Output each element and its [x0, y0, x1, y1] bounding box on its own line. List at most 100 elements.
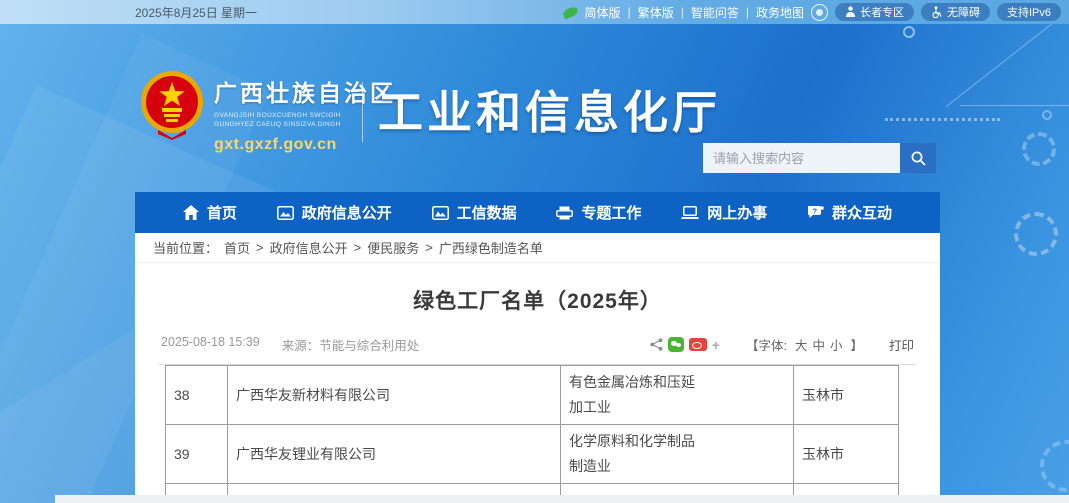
font-label-open: 【字体:: [746, 335, 787, 354]
elder-zone-button[interactable]: 长者专区: [835, 3, 914, 21]
site-url[interactable]: gxt.gxzf.gov.cn: [214, 136, 396, 154]
separator: |: [681, 5, 684, 19]
cell-industry: 化学原料和化学制品 制造业: [561, 425, 794, 484]
table-row: 39 广西华友锂业有限公司 化学原料和化学制品 制造业 玉林市: [166, 425, 899, 484]
industry-line: 化学原料和化学制品: [569, 429, 785, 454]
accessibility-label: 无障碍: [947, 4, 980, 20]
topbar-links: 简体版 | 繁体版 | 智能问答 | 政务地图 长者专区 无障碍 支持IPv6: [563, 3, 1061, 21]
weibo-share-icon[interactable]: [689, 338, 707, 351]
accessibility-button[interactable]: 无障碍: [921, 3, 990, 21]
picture-icon: [277, 206, 294, 220]
share-icon[interactable]: [650, 338, 663, 351]
cell-city: 玉林市: [794, 366, 899, 425]
link-traditional[interactable]: 繁体版: [638, 4, 674, 21]
round-badge-icon[interactable]: [811, 4, 828, 21]
font-size-large[interactable]: 大: [795, 335, 808, 354]
gear-icon: [1040, 440, 1069, 492]
nav-label: 网上办事: [707, 202, 767, 223]
nav-label: 首页: [207, 202, 237, 223]
article-meta: 2025-08-18 15:39 来源：节能与综合利用处 + 【字体: 大 中 …: [159, 335, 916, 365]
content-panel: 当前位置： 首页 > 政府信息公开 > 便民服务 > 广西绿色制造名单 绿色工厂…: [135, 233, 940, 503]
nav-item-gov-info[interactable]: 政府信息公开: [277, 202, 392, 223]
breadcrumb-separator: >: [256, 240, 264, 255]
font-size-medium[interactable]: 中: [812, 335, 825, 354]
nav-label: 专题工作: [581, 202, 641, 223]
link-smart-qa[interactable]: 智能问答: [691, 4, 739, 21]
nav-label: 工信数据: [457, 202, 517, 223]
print-button[interactable]: 打印: [889, 335, 914, 354]
separator: |: [628, 5, 631, 19]
gear-icon: [1014, 212, 1058, 256]
printer-icon: [556, 206, 573, 220]
font-size-control: 大 中 小: [795, 335, 843, 354]
elder-zone-label: 长者专区: [860, 4, 904, 20]
cell-city: 玉林市: [794, 425, 899, 484]
bottom-strip: [55, 495, 1069, 503]
search-button[interactable]: [900, 143, 936, 173]
font-size-small[interactable]: 小: [830, 335, 843, 354]
main-nav: 首页 政府信息公开 工信数据 专题工作 网上办事 ? 群众互动: [135, 192, 940, 233]
site-header: 广西壮族自治区 GVANGJSIH BOUXCUENGH SWCIGIH GUN…: [0, 24, 1069, 192]
more-share-icon[interactable]: +: [712, 337, 720, 353]
breadcrumb-prefix: 当前位置：: [153, 238, 218, 257]
svg-text:?: ?: [813, 207, 818, 216]
breadcrumb-item-current: 广西绿色制造名单: [439, 238, 543, 257]
current-date: 2025年8月25日 星期一: [135, 4, 257, 21]
brand-block: 广西壮族自治区 GVANGJSIH BOUXCUENGH SWCIGIH GUN…: [214, 74, 396, 154]
cell-number: 38: [166, 366, 228, 425]
header-divider: [362, 82, 363, 142]
cell-company: 广西华友新材料有限公司: [228, 366, 561, 425]
top-utility-bar: 2025年8月25日 星期一 简体版 | 繁体版 | 智能问答 | 政务地图 长…: [0, 0, 1069, 24]
laptop-icon: [681, 206, 699, 220]
factory-table: 38 广西华友新材料有限公司 有色金属冶炼和压延 加工业 玉林市 39 广西华友…: [165, 365, 899, 503]
cell-number: 39: [166, 425, 228, 484]
nav-item-interaction[interactable]: ? 群众互动: [807, 202, 892, 223]
table-row: 38 广西华友新材料有限公司 有色金属冶炼和压延 加工业 玉林市: [166, 366, 899, 425]
meta-left: 2025-08-18 15:39 来源：节能与综合利用处: [161, 335, 419, 354]
breadcrumb: 当前位置： 首页 > 政府信息公开 > 便民服务 > 广西绿色制造名单: [135, 233, 940, 263]
separator: |: [746, 5, 749, 19]
meta-right: + 【字体: 大 中 小 】 打印: [650, 335, 914, 354]
nav-label: 政府信息公开: [302, 202, 392, 223]
breadcrumb-item-gov-info[interactable]: 政府信息公开: [270, 238, 348, 257]
nav-item-data[interactable]: 工信数据: [432, 202, 517, 223]
industry-line: 制造业: [569, 454, 785, 479]
breadcrumb-separator: >: [354, 240, 362, 255]
share-group: +: [650, 337, 720, 353]
picture-icon: [432, 206, 449, 220]
leaf-icon: [561, 5, 578, 19]
department-title: 工业和信息化厅: [378, 76, 721, 141]
wechat-share-icon[interactable]: [668, 337, 684, 352]
breadcrumb-item-home[interactable]: 首页: [224, 238, 250, 257]
publish-date: 2025-08-18 15:39: [161, 335, 260, 354]
person-icon: [845, 6, 856, 18]
industry-line: 有色金属冶炼和压延: [569, 370, 785, 395]
cell-company: 广西华友锂业有限公司: [228, 425, 561, 484]
article: 绿色工厂名单（2025年） 2025-08-18 15:39 来源：节能与综合利…: [135, 263, 940, 503]
link-gov-map[interactable]: 政务地图: [756, 4, 804, 21]
ipv6-label: 支持IPv6: [1007, 4, 1051, 20]
region-romanization: GVANGJSIH BOUXCUENGH SWCIGIH GUNGHYEZ CA…: [214, 111, 396, 129]
home-icon: [183, 205, 199, 220]
industry-line: 加工业: [569, 395, 785, 420]
chat-bubble-icon: ?: [807, 205, 824, 220]
cell-industry: 有色金属冶炼和压延 加工业: [561, 366, 794, 425]
page-root: 2025年8月25日 星期一 简体版 | 繁体版 | 智能问答 | 政务地图 长…: [0, 0, 1069, 503]
search-input[interactable]: [703, 143, 900, 173]
wheelchair-icon: [931, 6, 943, 18]
national-emblem: [140, 68, 204, 145]
search-bar: [703, 143, 936, 173]
breadcrumb-separator: >: [425, 240, 433, 255]
romanization-line1: GVANGJSIH BOUXCUENGH SWCIGIH: [214, 111, 396, 120]
page-title: 绿色工厂名单（2025年）: [159, 285, 916, 315]
romanization-line2: GUNGHYEZ CAEUQ SINSIZVA DINGH: [214, 120, 396, 129]
nav-item-online-services[interactable]: 网上办事: [681, 202, 767, 223]
link-simplified[interactable]: 简体版: [585, 4, 621, 21]
nav-label: 群众互动: [832, 202, 892, 223]
search-icon: [910, 150, 927, 167]
nav-item-topics[interactable]: 专题工作: [556, 202, 641, 223]
nav-item-home[interactable]: 首页: [183, 202, 237, 223]
source: 来源：节能与综合利用处: [282, 335, 420, 354]
ipv6-badge[interactable]: 支持IPv6: [997, 3, 1061, 21]
breadcrumb-item-services[interactable]: 便民服务: [367, 238, 419, 257]
